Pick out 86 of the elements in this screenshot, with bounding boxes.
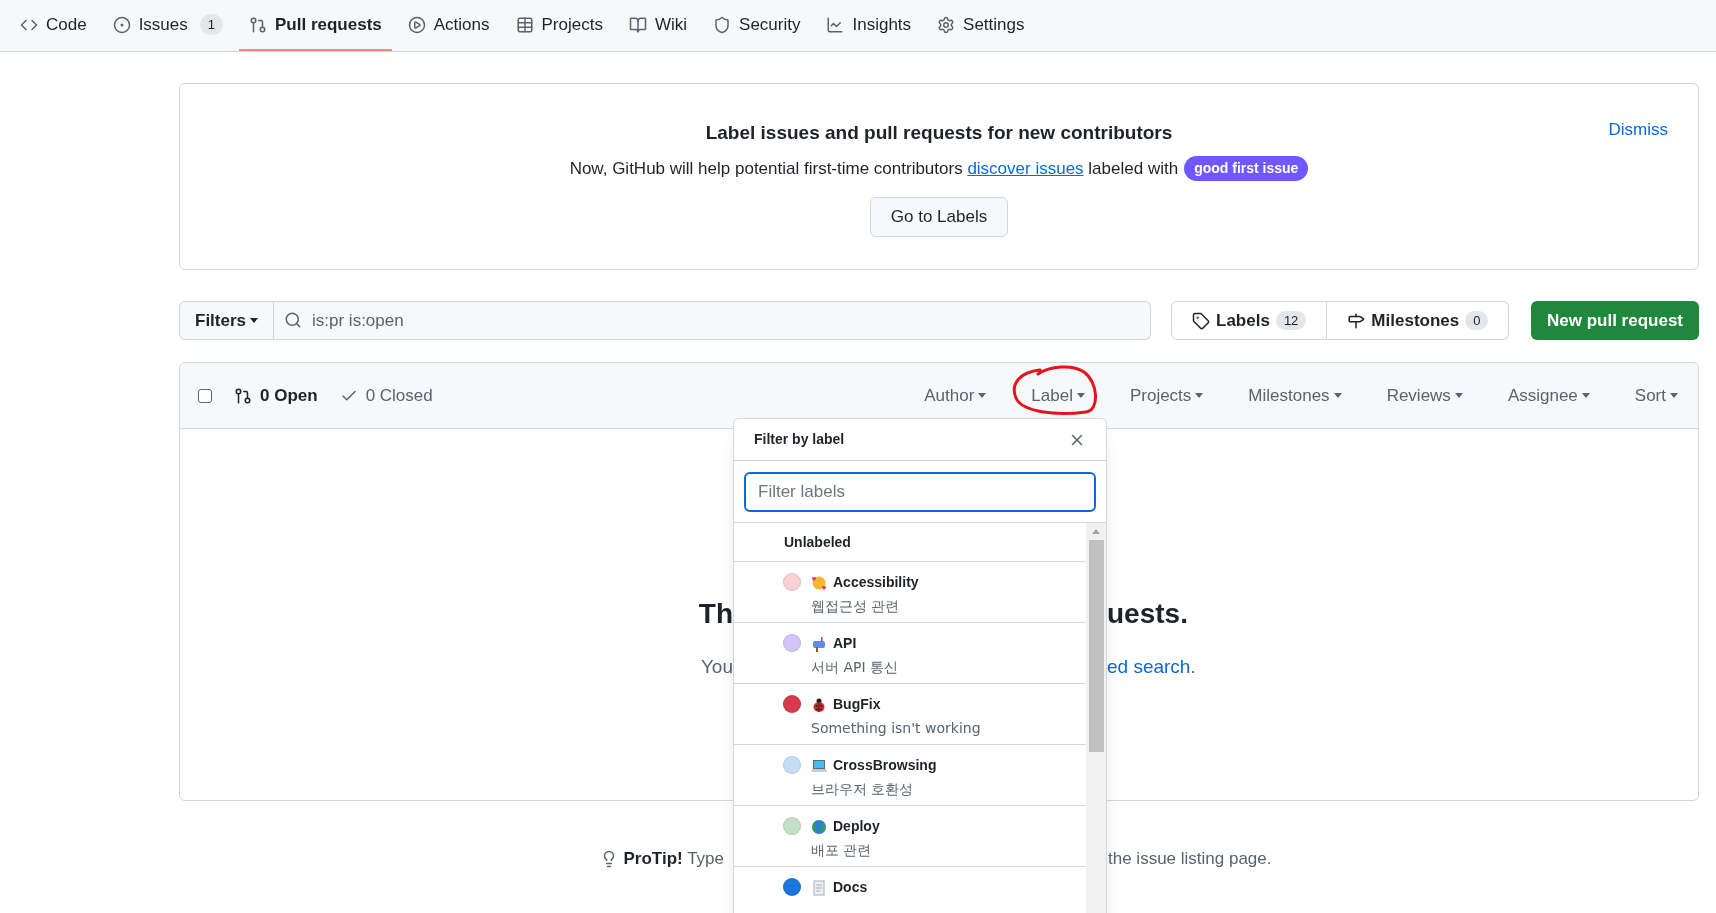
filter-menu-button[interactable]: Assignee bbox=[1507, 382, 1590, 409]
caret-icon bbox=[1076, 393, 1085, 398]
filter-menu-button[interactable]: Projects bbox=[1129, 382, 1204, 409]
search-field[interactable]: is:pr is:open bbox=[274, 301, 1152, 340]
label-name: Deploy bbox=[833, 817, 880, 836]
nav-tab[interactable]: Actions bbox=[397, 0, 500, 51]
label-name: Accessibility bbox=[833, 573, 919, 592]
empty-text: You bbox=[699, 655, 733, 679]
dropdown-title: Filter by label bbox=[754, 430, 845, 449]
filter-menu-button[interactable]: Author bbox=[924, 382, 987, 409]
filter-labels-field[interactable]: Filter labels bbox=[744, 471, 1096, 512]
new-pull-request-button[interactable]: New pull request bbox=[1530, 301, 1699, 340]
banner-title: Label issues and pull requests for new contributors bbox=[705, 121, 1173, 145]
label-description: Something isn't working bbox=[811, 719, 981, 738]
table-icon bbox=[515, 15, 534, 34]
label-option[interactable]: Deploy 배포 관련 bbox=[734, 806, 1086, 867]
nav-tab[interactable]: Pull requests bbox=[239, 0, 392, 51]
filter-menu-button[interactable]: Milestones bbox=[1248, 382, 1342, 409]
search-icon bbox=[284, 311, 303, 329]
label-option[interactable]: Accessibility 웹접근성 관련 bbox=[734, 562, 1086, 623]
label-description: 배포 관련 bbox=[811, 841, 873, 860]
filters-button[interactable]: Filters bbox=[179, 301, 275, 340]
milestones-button[interactable]: Milestones 0 bbox=[1327, 301, 1510, 340]
filter-menu-button[interactable]: Sort bbox=[1634, 382, 1678, 409]
nav-tab[interactable]: Code bbox=[10, 0, 97, 51]
caret-icon bbox=[1195, 393, 1204, 398]
nav-tab[interactable]: Settings bbox=[927, 0, 1035, 51]
count-badge: 0 bbox=[1465, 310, 1489, 331]
dismiss-link[interactable]: Dismiss bbox=[1608, 117, 1668, 143]
laptop-icon bbox=[811, 757, 827, 774]
empty-text: ed search. bbox=[1107, 655, 1197, 679]
select-all-checkbox[interactable] bbox=[198, 388, 212, 403]
caret-icon bbox=[978, 393, 987, 398]
state-tab[interactable]: 0 Closed bbox=[339, 382, 433, 409]
label-option[interactable]: BugFix Something isn't working bbox=[734, 684, 1086, 745]
banner-text: Now, GitHub will help potential first-time contributors discover issues labeled with bbox=[569, 157, 1179, 180]
label-option[interactable]: Unlabeled bbox=[734, 523, 1086, 562]
settings-icon bbox=[937, 15, 956, 34]
labels-button[interactable]: Labels 12 bbox=[1171, 301, 1328, 340]
pull-request-icon bbox=[234, 386, 252, 405]
label-description: 웹접근성 관련 bbox=[811, 597, 901, 616]
label-option[interactable]: API 서버 API 통신 bbox=[734, 623, 1086, 684]
tag-icon bbox=[1192, 311, 1211, 330]
label-badge: good first issue bbox=[1184, 155, 1309, 181]
label-description: 서버 API 통신 bbox=[811, 658, 899, 677]
empty-heading: Th bbox=[697, 597, 733, 631]
empty-heading: uests. bbox=[1107, 597, 1189, 631]
label-description: 브라우저 호환성 bbox=[811, 780, 915, 799]
circle-dot-icon bbox=[112, 15, 131, 34]
caret-icon bbox=[1670, 393, 1678, 398]
ladybug-icon bbox=[811, 696, 827, 713]
label-name: BugFix bbox=[833, 695, 881, 714]
label-name: Docs bbox=[833, 878, 868, 897]
caret-icon bbox=[1581, 393, 1590, 398]
caret-icon bbox=[1333, 393, 1342, 398]
mailbox-icon bbox=[811, 635, 827, 652]
globe-icon bbox=[811, 818, 827, 835]
caret-icon bbox=[250, 318, 259, 323]
graph-icon bbox=[826, 15, 845, 34]
milestone-icon bbox=[1347, 311, 1366, 330]
nav-tab[interactable]: Security bbox=[703, 0, 811, 51]
book-icon bbox=[628, 15, 647, 34]
state-tab[interactable]: 0 Open bbox=[234, 382, 318, 409]
protip-text: ProTip! Type bbox=[623, 848, 724, 870]
nav-tab[interactable]: Wiki bbox=[618, 0, 698, 51]
go-to-labels-button[interactable]: Go to Labels bbox=[869, 197, 1009, 237]
count-badge: 12 bbox=[1275, 310, 1307, 331]
discover-link[interactable]: discover issues bbox=[967, 158, 1084, 178]
shield-icon bbox=[713, 15, 732, 34]
count-badge: 1 bbox=[199, 13, 223, 36]
nav-tab[interactable]: Issues 1 bbox=[102, 0, 233, 51]
page-icon bbox=[811, 879, 827, 896]
label-name: CrossBrowsing bbox=[833, 756, 937, 775]
nav-tab[interactable]: Projects bbox=[505, 0, 613, 51]
label-option[interactable]: CrossBrowsing 브라우저 호환성 bbox=[734, 745, 1086, 806]
hearts-icon bbox=[811, 574, 827, 591]
advanced-search-link[interactable]: ed search bbox=[1107, 656, 1191, 677]
nav-tab[interactable]: Insights bbox=[816, 0, 922, 51]
protip-text: the issue listing page. bbox=[1107, 848, 1273, 870]
label-name: API bbox=[833, 634, 857, 653]
filter-menu-button[interactable]: Reviews bbox=[1386, 382, 1463, 409]
filter-menu-button[interactable]: Label bbox=[1031, 382, 1085, 409]
scrollbar-thumb[interactable] bbox=[1088, 540, 1104, 752]
play-icon bbox=[407, 15, 426, 34]
caret-icon bbox=[1454, 393, 1463, 398]
pull-request-icon bbox=[249, 15, 267, 34]
